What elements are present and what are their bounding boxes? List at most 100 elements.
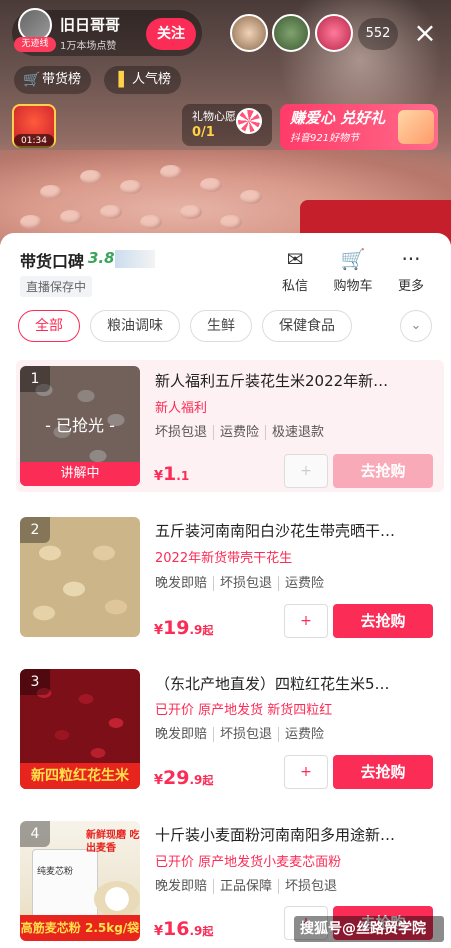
popularity-rank-label: 人气榜 (132, 72, 172, 87)
product-price: ¥16.9起 (154, 918, 213, 940)
buy-button[interactable]: 去抢购 (333, 454, 433, 488)
peanut (60, 210, 82, 224)
product-title[interactable]: 新人福利五斤装花生米2022年新… (155, 370, 388, 391)
product-image[interactable]: - 已抢光 - 1 讲解中 (20, 366, 140, 486)
peanut (240, 190, 262, 204)
price-suffix: 起 (202, 774, 214, 787)
price-dec: .1 (176, 469, 190, 483)
product-title[interactable]: 十斤装小麦面粉河南南阳多用途新… (155, 824, 395, 845)
tag: 运费险 (278, 727, 325, 742)
product-index: 2 (20, 517, 50, 543)
cart-button[interactable]: 🛒 购物车 (328, 247, 378, 294)
promo-subtitle: 抖音921好物节 (290, 133, 360, 144)
product-image-callout: 新鲜现磨 吃出麦香 (86, 830, 140, 854)
product-index: 4 (20, 821, 50, 847)
product-image[interactable]: 纯麦芯粉 新鲜现磨 吃出麦香 4 高筋麦芯粉 2.5kg/袋 (20, 821, 140, 941)
bars-icon: ▐ (113, 72, 124, 88)
tag: 运费险 (278, 576, 325, 591)
reputation-title: 带货口碑 (20, 252, 85, 271)
peanut (20, 215, 42, 229)
peanut (200, 178, 222, 192)
product-image-tag: 高筋麦芯粉 2.5kg/袋 (20, 915, 140, 941)
peanut (40, 185, 62, 199)
explaining-badge: 讲解中 (20, 462, 140, 486)
price-dec: .9 (189, 623, 203, 637)
watermark: 搜狐号@丝路贸学院 (294, 916, 444, 942)
bread (94, 881, 140, 917)
price-suffix: 起 (202, 624, 214, 637)
lollipop-icon (236, 108, 262, 134)
currency: ¥ (154, 924, 164, 939)
anchor-name: 旧日哥哥 (60, 16, 121, 34)
category-grain-oil[interactable]: 粮油调味 (90, 310, 180, 342)
price-int: 19 (163, 617, 190, 639)
product-tags: 晚发即赔 坏损包退 运费险 (155, 572, 325, 591)
more-button[interactable]: ··· 更多 (386, 247, 436, 294)
message-button[interactable]: ✉ 私信 (270, 247, 320, 294)
tag: 正品保障 (213, 879, 273, 894)
peanut (80, 170, 102, 184)
tag: 晚发即赔 (155, 879, 208, 894)
peanut (160, 165, 182, 179)
peanut (220, 215, 242, 229)
currency: ¥ (154, 623, 164, 638)
tag: 运费险 (213, 425, 260, 440)
buy-button[interactable]: 去抢购 (333, 604, 433, 638)
tag: 坏损包退 (278, 879, 338, 894)
sales-rank-pill[interactable]: 🛒 带货榜 (14, 66, 92, 94)
product-image[interactable]: 3 新四粒红花生米 (20, 669, 140, 789)
peanut (100, 205, 122, 219)
viewer-count[interactable]: 552 (358, 18, 398, 50)
add-to-cart-button[interactable]: + (284, 454, 328, 488)
close-icon[interactable]: × (410, 18, 440, 48)
tag: 极速退款 (265, 425, 325, 440)
category-fresh[interactable]: 生鲜 (190, 310, 252, 342)
product-label: 2022年新货带壳干花生 (155, 551, 293, 566)
product-label: 已开价 原产地发货小麦麦芯面粉 (155, 855, 342, 870)
gift-wish-count: 0/1 (192, 125, 215, 140)
message-icon: ✉ (286, 247, 304, 271)
product-index: 3 (20, 669, 50, 695)
popularity-rank-pill[interactable]: ▐ 人气榜 (104, 66, 182, 94)
peanut (180, 205, 202, 219)
product-tags: 晚发即赔 坏损包退 运费险 (155, 723, 325, 742)
currency: ¥ (154, 469, 164, 484)
viewer-avatar[interactable] (315, 14, 353, 52)
tag: 坏损包退 (213, 727, 273, 742)
flour-bag-text: 纯麦芯粉 (37, 867, 74, 877)
price-int: 16 (163, 918, 190, 940)
gift-box-icon (398, 110, 434, 144)
chevron-down-icon[interactable]: ⌄ (400, 310, 432, 342)
price-int: 1 (163, 463, 177, 485)
price-dec: .9 (189, 924, 203, 938)
follow-button[interactable]: 关注 (146, 18, 196, 50)
add-to-cart-button[interactable]: + (284, 604, 328, 638)
product-title[interactable]: （东北产地直发）四粒红花生米5… (155, 673, 390, 694)
product-tags: 坏损包退 运费险 极速退款 (155, 421, 325, 440)
category-all[interactable]: 全部 (18, 310, 80, 342)
product-image[interactable]: 2 (20, 517, 140, 637)
save-status-badge: 直播保存中 (20, 276, 93, 297)
more-icon: ··· (401, 247, 421, 271)
product-index: 1 (20, 366, 50, 392)
product-image-tag: 新四粒红花生米 (20, 763, 140, 789)
product-label: 新人福利 (155, 401, 208, 416)
peanut (120, 180, 142, 194)
tag: 坏损包退 (155, 425, 208, 440)
product-tags: 晚发即赔 正品保障 坏损包退 (155, 875, 338, 894)
category-health-food[interactable]: 保健食品 (262, 310, 352, 342)
red-packet-timer: 01:34 (14, 134, 54, 148)
flour-bag: 纯麦芯粉 (32, 849, 98, 919)
add-to-cart-button[interactable]: + (284, 755, 328, 789)
product-title[interactable]: 五斤装河南南阳白沙花生带壳晒干… (155, 520, 395, 541)
product-price: ¥19.9起 (154, 617, 213, 639)
buy-button[interactable]: 去抢购 (333, 755, 433, 789)
anchor-badge: 无迹线 (14, 37, 56, 52)
cart-icon: 🛒 (340, 247, 366, 271)
viewer-avatar[interactable] (230, 14, 268, 52)
message-label: 私信 (281, 279, 308, 294)
viewer-avatar[interactable] (272, 14, 310, 52)
redacted-area (115, 250, 155, 268)
price-suffix: 起 (202, 925, 214, 938)
product-price: ¥29.9起 (154, 767, 213, 789)
